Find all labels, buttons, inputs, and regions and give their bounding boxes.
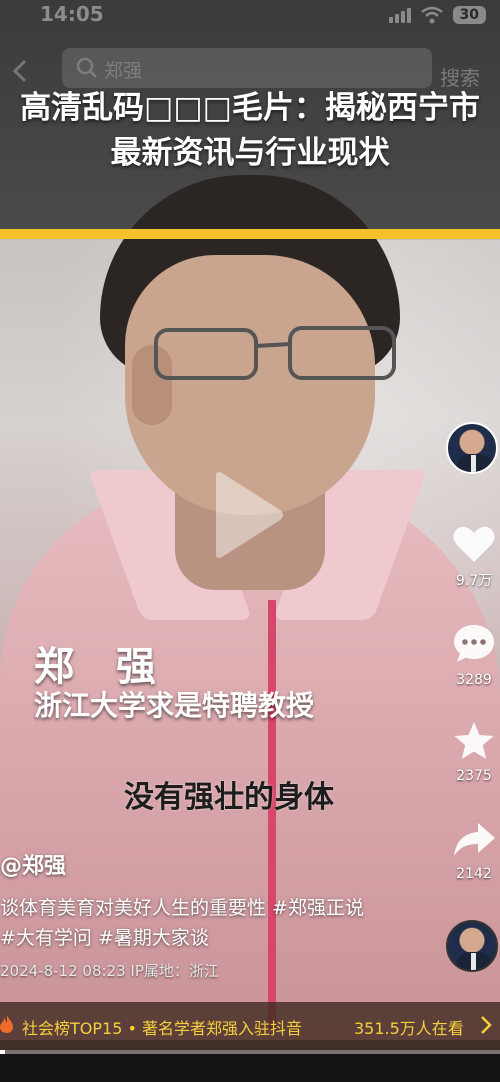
- author-avatar[interactable]: [446, 422, 498, 474]
- wifi-icon: [420, 6, 443, 24]
- music-disc-avatar[interactable]: [446, 920, 498, 972]
- status-icons: 30: [388, 6, 486, 24]
- post-description[interactable]: 谈体育美育对美好人生的重要性 #郑强正说 #大有学问 #暑期大家谈: [0, 893, 380, 953]
- share-icon: [454, 823, 495, 856]
- headline-overlay: 高清乱码□□□毛片：揭秘西宁市最新资讯与行业现状: [20, 90, 480, 171]
- avatar-tie: [471, 953, 476, 970]
- share-count: 2142: [456, 866, 492, 882]
- like-button[interactable]: 9.7万: [448, 524, 500, 590]
- comment-count: 3289: [456, 672, 492, 688]
- hot-ranking-title: 社会榜TOP15 • 著名学者郑强入驻抖音: [22, 1019, 302, 1038]
- comment-icon: [454, 625, 494, 662]
- share-button[interactable]: 2142: [448, 820, 500, 882]
- status-bar: 14:05 30: [0, 0, 500, 32]
- hot-ranking-viewers: 351.5万人在看: [354, 1019, 464, 1038]
- post-meta: 2024-8-12 08:23 IP属地：浙江: [0, 962, 219, 980]
- author-name[interactable]: @郑强: [0, 848, 66, 880]
- bottom-strip: [0, 1054, 500, 1082]
- search-input[interactable]: 郑强: [62, 48, 432, 88]
- star-icon: [454, 722, 494, 759]
- video-caption-subtitle: 没有强壮的身体: [124, 780, 334, 815]
- search-icon: [76, 57, 97, 78]
- accent-divider: [0, 229, 500, 239]
- signal-icon: [388, 7, 411, 23]
- like-count: 9.7万: [455, 573, 493, 589]
- avatar-tie: [471, 455, 476, 472]
- comment-button[interactable]: 3289: [448, 622, 500, 688]
- hot-ranking-bar[interactable]: 社会榜TOP15 • 著名学者郑强入驻抖音 351.5万人在看: [0, 1002, 500, 1050]
- search-query: 郑强: [104, 60, 143, 82]
- favorite-count: 2375: [456, 768, 492, 784]
- chevron-right-icon: [481, 1016, 492, 1034]
- back-icon[interactable]: [8, 58, 34, 84]
- heart-icon: [453, 526, 495, 562]
- battery-indicator: 30: [452, 6, 486, 24]
- fire-icon: [0, 1015, 13, 1033]
- video-caption-role: 浙江大学求是特聘教授: [34, 689, 315, 722]
- play-icon[interactable]: [210, 470, 286, 560]
- favorite-button[interactable]: 2375: [448, 720, 500, 784]
- video-glasses: [154, 326, 396, 380]
- status-time: 14:05: [40, 2, 104, 26]
